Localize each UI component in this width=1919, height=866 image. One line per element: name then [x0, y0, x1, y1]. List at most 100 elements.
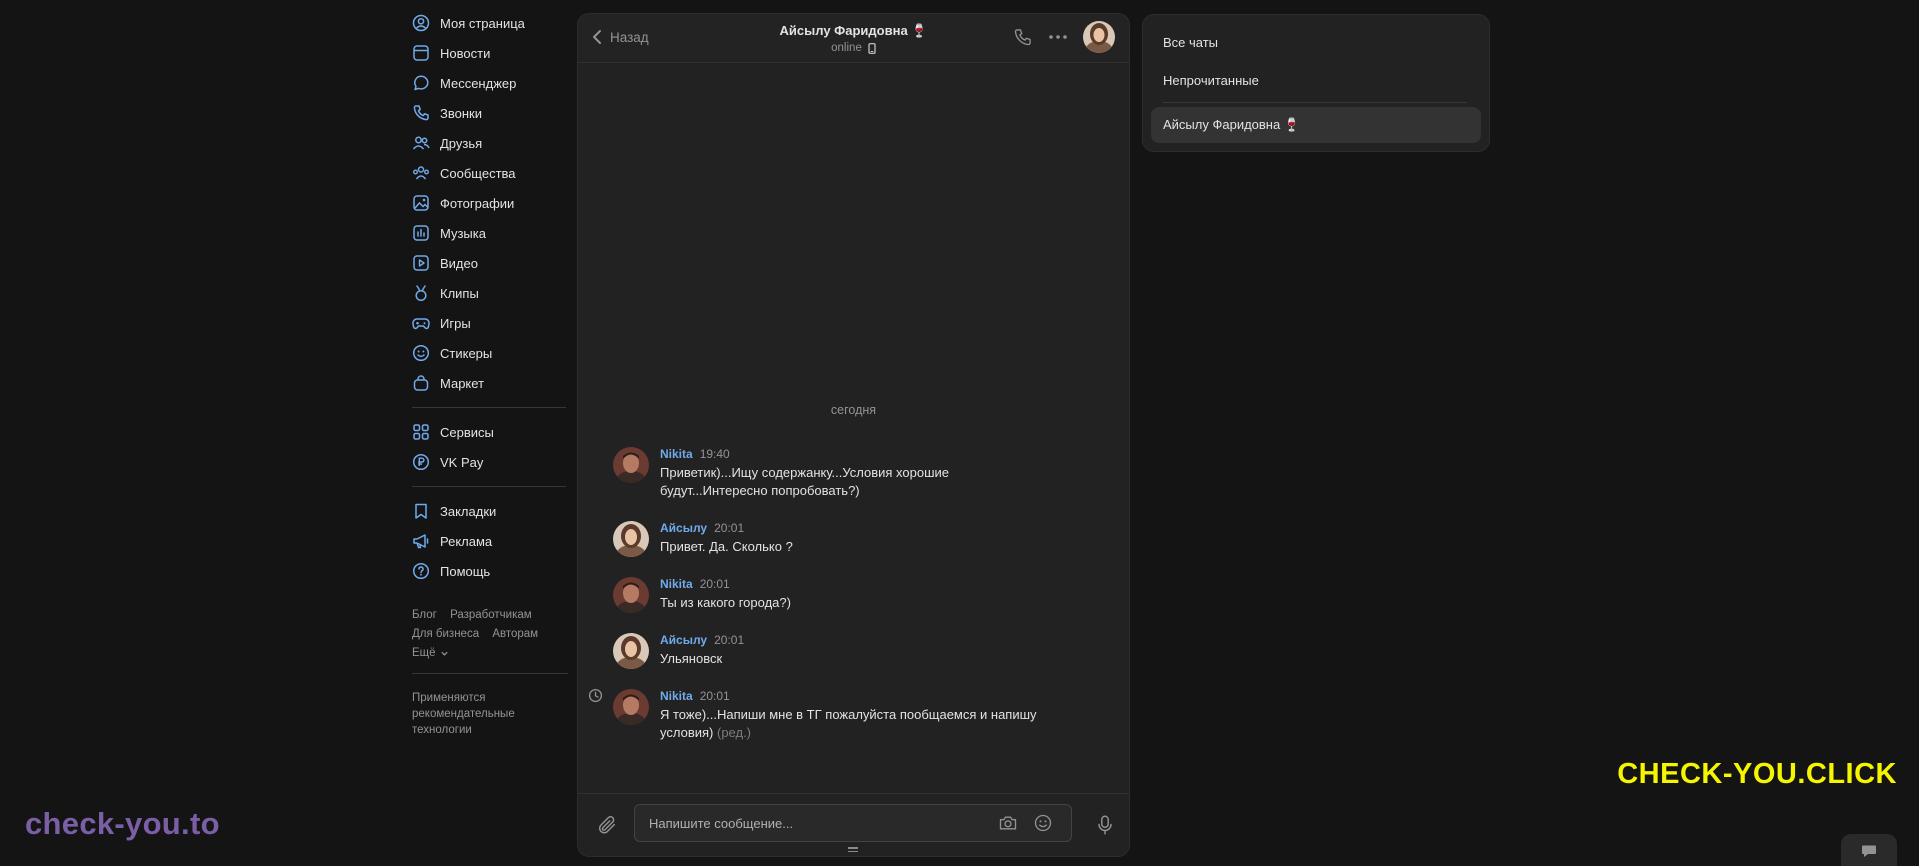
- smile-icon[interactable]: [1033, 813, 1053, 833]
- megaphone-icon: [413, 534, 429, 549]
- sender-avatar[interactable]: [613, 447, 649, 483]
- mobile-icon: [868, 42, 876, 54]
- sidebar-item-photo[interactable]: Фотографии: [412, 188, 566, 218]
- sidebar-item-bag[interactable]: Маркет: [412, 368, 566, 398]
- gamepad-icon: [412, 318, 430, 330]
- sidebar-item-label: Маркет: [440, 375, 485, 391]
- sender-avatar[interactable]: [613, 521, 649, 557]
- chat-header: Назад Айсылу Фаридовна 🍷 online: [578, 14, 1129, 63]
- sidebar-item-label: Реклама: [440, 533, 493, 549]
- nav-divider: [412, 486, 566, 487]
- message-item[interactable]: Nikita 20:01 Ты из какого города?): [613, 577, 1083, 613]
- message-author[interactable]: Nikita: [660, 577, 693, 591]
- filter-all-chats[interactable]: Все чаты: [1163, 35, 1218, 50]
- message-line: будут...Интересно попробовать?): [660, 483, 860, 498]
- sidebar-item-label: Новости: [440, 45, 491, 61]
- quick-chat-button[interactable]: [1841, 834, 1897, 866]
- chat-bubble-icon: [1862, 845, 1876, 857]
- filter-divider: [1163, 102, 1467, 103]
- recommendation-notice[interactable]: Применяются рекомендательные технологии: [412, 690, 566, 738]
- bag-icon: [413, 375, 429, 391]
- message-time[interactable]: 20:01: [700, 689, 730, 703]
- sidebar-item-news[interactable]: Новости: [412, 38, 566, 68]
- sidebar-item-help[interactable]: Помощь: [412, 556, 566, 586]
- sidebar-item-communities[interactable]: Сообщества: [412, 158, 566, 188]
- message-item[interactable]: Nikita 20:01 Я тоже)...Напиши мне в ТГ по…: [613, 689, 1083, 742]
- camera-icon[interactable]: [998, 813, 1018, 833]
- footer-more[interactable]: Ещё: [412, 644, 566, 663]
- message-text: Ульяновск: [660, 650, 1083, 668]
- message-input[interactable]: [647, 805, 981, 841]
- resize-handle[interactable]: [848, 847, 858, 853]
- sidebar-item-video[interactable]: Видео: [412, 248, 566, 278]
- footer-divider: [412, 673, 568, 674]
- sidebar-item-label: Моя страница: [440, 15, 525, 31]
- chevron-down-icon: [440, 651, 448, 656]
- more-icon[interactable]: [1047, 27, 1069, 47]
- footer-more-label: Ещё: [412, 647, 436, 659]
- message-item[interactable]: Айсылу 20:01 Ульяновск: [613, 633, 1083, 669]
- sidebar-item-label: Игры: [440, 315, 471, 331]
- message-item[interactable]: Айсылу 20:01 Привет. Да. Сколько ?: [613, 521, 1083, 557]
- sender-avatar[interactable]: [613, 633, 649, 669]
- sidebar-item-friends[interactable]: Друзья: [412, 128, 566, 158]
- message-author[interactable]: Айсылу: [660, 521, 707, 535]
- sidebar-item-gamepad[interactable]: Игры: [412, 308, 566, 338]
- footer-link-developers[interactable]: Разработчикам: [450, 609, 532, 621]
- ruble-icon: [412, 453, 430, 471]
- edited-marker[interactable]: (ред.): [717, 725, 751, 740]
- sidebar-item-label: Музыка: [440, 225, 486, 241]
- message-history[interactable]: сегодня Nikita 19:40 Приветик)...Ищу соде…: [578, 63, 1129, 794]
- peer-avatar[interactable]: [1083, 21, 1115, 53]
- filter-unread[interactable]: Непрочитанные: [1163, 73, 1259, 88]
- sidebar-item-label: Стикеры: [440, 345, 493, 361]
- message-time[interactable]: 20:01: [714, 521, 744, 535]
- nav-divider: [412, 407, 566, 408]
- message-line: Приветик)...Ищу содержанку...Условия хор…: [660, 465, 950, 480]
- sidebar-item-label: Клипы: [440, 285, 479, 301]
- sidebar-item-label: Звонки: [440, 105, 482, 121]
- message-author[interactable]: Айсылу: [660, 633, 707, 647]
- footer-links: Блог Разработчикам Для бизнеса Авторам Е…: [412, 606, 566, 663]
- footer-link-authors[interactable]: Авторам: [492, 628, 538, 640]
- sidebar-item-bookmark[interactable]: Закладки: [412, 496, 566, 526]
- sidebar-item-clips[interactable]: Клипы: [412, 278, 566, 308]
- message-line: Ульяновск: [660, 651, 723, 666]
- sidebar-item-music[interactable]: Музыка: [412, 218, 566, 248]
- message-time[interactable]: 19:40: [700, 447, 730, 461]
- message-item[interactable]: Nikita 19:40 Приветик)...Ищу содержанку..…: [613, 447, 1083, 500]
- sidebar-item-message[interactable]: Мессенджер: [412, 68, 566, 98]
- video-icon: [413, 255, 429, 271]
- footer-link-blog[interactable]: Блог: [412, 609, 437, 621]
- peer-status-text: online: [831, 42, 862, 54]
- watermark-right: CHECK-YOU.CLICK: [1617, 758, 1897, 790]
- message-time[interactable]: 20:01: [700, 577, 730, 591]
- microphone-icon[interactable]: [1095, 814, 1115, 836]
- sidebar-item-megaphone[interactable]: Реклама: [412, 526, 566, 556]
- sidebar-item-label: Друзья: [440, 135, 483, 151]
- message-text: Приветик)...Ищу содержанку...Условия хор…: [660, 464, 1083, 500]
- sidebar-item-phone[interactable]: Звонки: [412, 98, 566, 128]
- sidebar-item-smile[interactable]: Стикеры: [412, 338, 566, 368]
- paperclip-icon[interactable]: [596, 814, 618, 836]
- smile-icon: [412, 344, 430, 362]
- user-circle-icon: [412, 14, 430, 32]
- chat-filters-panel: Все чаты Непрочитанные Айсылу Фаридовна …: [1142, 14, 1490, 152]
- grid-icon: [413, 424, 429, 440]
- sidebar-item-grid[interactable]: Сервисы: [412, 417, 566, 447]
- message-composer: [578, 793, 1129, 856]
- sidebar-item-label: Фотографии: [440, 195, 515, 211]
- message-time[interactable]: 20:01: [714, 633, 744, 647]
- sender-avatar[interactable]: [613, 689, 649, 725]
- message-author[interactable]: Nikita: [660, 689, 693, 703]
- sidebar-item-ruble[interactable]: VK Pay: [412, 447, 566, 477]
- phone-icon[interactable]: [1013, 27, 1033, 47]
- filter-active-chat[interactable]: Айсылу Фаридовна 🍷: [1151, 107, 1481, 143]
- sender-avatar[interactable]: [613, 577, 649, 613]
- sidebar-item-label: Мессенджер: [440, 75, 517, 91]
- phone-icon: [413, 105, 429, 121]
- sidebar-item-label: Помощь: [440, 563, 491, 579]
- footer-link-business[interactable]: Для бизнеса: [412, 628, 479, 640]
- message-author[interactable]: Nikita: [660, 447, 693, 461]
- sidebar-item-user-circle[interactable]: Моя страница: [412, 8, 566, 38]
